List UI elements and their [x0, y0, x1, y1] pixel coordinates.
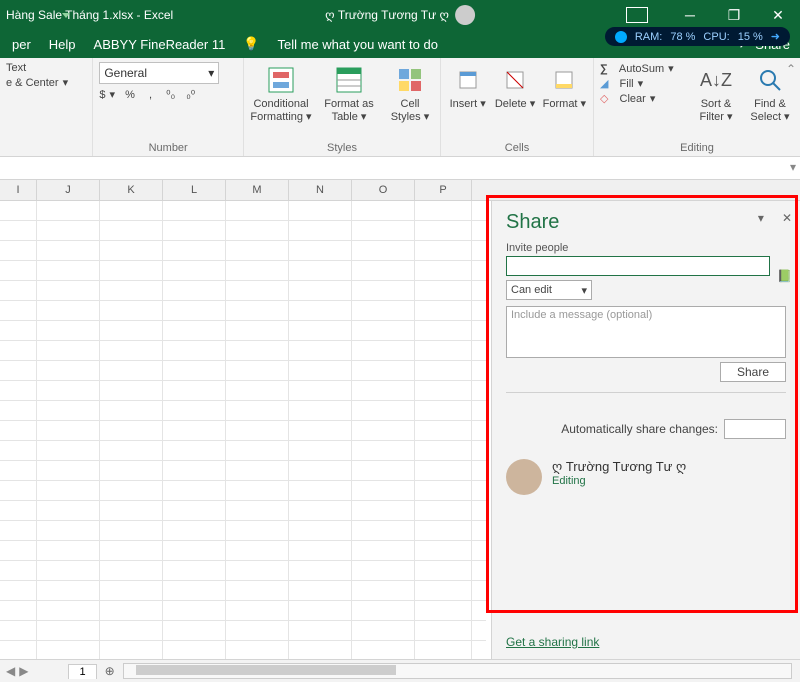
- number-format-combo[interactable]: General▾: [99, 62, 219, 84]
- col-J[interactable]: J: [37, 180, 100, 200]
- group-cells: Cells: [447, 140, 587, 156]
- pane-close-icon[interactable]: ✕: [782, 211, 792, 225]
- group-editing: Editing: [600, 140, 794, 156]
- formula-bar[interactable]: ▾: [0, 157, 800, 180]
- ribbon-tabs: per Help ABBYY FineReader 11 💡 Tell me w…: [0, 30, 800, 58]
- dropdown-icon[interactable]: [59, 8, 73, 22]
- group-number: Number: [99, 140, 237, 156]
- delete-button[interactable]: Delete ▾: [494, 62, 535, 111]
- user-avatar[interactable]: [455, 5, 475, 25]
- format-button[interactable]: Format ▾: [542, 62, 587, 111]
- fill-button[interactable]: ◢ Fill ▾: [600, 77, 686, 90]
- clear-button[interactable]: ◇ Clear ▾: [600, 92, 686, 105]
- percent-button[interactable]: %: [125, 89, 135, 101]
- auto-share-combo[interactable]: [724, 419, 786, 439]
- tell-me-input[interactable]: Tell me what you want to do: [278, 37, 438, 52]
- pane-menu-icon[interactable]: ▾: [758, 211, 764, 225]
- person-name: ღ Trường Tương Tư ღ: [552, 459, 686, 475]
- insert-button[interactable]: Insert ▾: [447, 62, 488, 111]
- autosum-button[interactable]: ∑ AutoSum ▾: [600, 62, 686, 75]
- tab-abbyy[interactable]: ABBYY FineReader 11: [94, 37, 226, 52]
- tab-help[interactable]: Help: [49, 37, 76, 52]
- ribbon-display-icon[interactable]: [626, 7, 648, 23]
- person-status: Editing: [552, 475, 686, 487]
- invite-label: Invite people: [506, 242, 786, 254]
- share-button[interactable]: Share: [720, 362, 786, 382]
- document-title: Hàng Sale Tháng 1.xlsx - Excel: [0, 8, 179, 22]
- auto-share-label: Automatically share changes:: [561, 422, 718, 436]
- system-monitor: RAM:78 % CPU:15 % ➜: [605, 27, 790, 46]
- share-pane-title: Share: [506, 211, 800, 234]
- signed-in-user[interactable]: ღ Trường Tương Tư ღ: [325, 8, 449, 22]
- worksheet-grid[interactable]: [0, 201, 486, 659]
- wrap-text-button[interactable]: Text: [6, 62, 68, 74]
- collapse-ribbon-icon[interactable]: ⌃: [786, 62, 796, 76]
- decrease-decimal-button[interactable]: ₀⁰: [186, 88, 195, 101]
- share-pane: ▾ ✕ Share Invite people 📗 Can edit▾ Incl…: [491, 201, 800, 659]
- col-K[interactable]: K: [100, 180, 163, 200]
- group-styles: Styles: [250, 140, 434, 156]
- format-as-table-button[interactable]: Format as Table ▾: [318, 62, 380, 123]
- message-input[interactable]: Include a message (optional): [506, 306, 786, 358]
- col-N[interactable]: N: [289, 180, 352, 200]
- person-avatar: [506, 459, 542, 495]
- arrow-icon[interactable]: ➜: [771, 30, 780, 43]
- conditional-formatting-button[interactable]: Conditional Formatting ▾: [250, 62, 312, 123]
- sheet-tab[interactable]: 1: [68, 664, 96, 679]
- invite-people-input[interactable]: [506, 256, 770, 276]
- minimize-button[interactable]: ─: [668, 0, 712, 30]
- comma-button[interactable]: ,: [149, 89, 152, 101]
- column-headers: I J K L M N O P: [0, 180, 800, 201]
- horizontal-scrollbar[interactable]: [123, 663, 792, 679]
- ribbon: Text e & Center ▾ General▾ $ ▾ % , ⁰₀ ₀⁰…: [0, 58, 800, 157]
- add-sheet-icon[interactable]: ⊕: [105, 664, 115, 678]
- sort-filter-button[interactable]: A↓ZSort & Filter ▾: [692, 62, 740, 123]
- increase-decimal-button[interactable]: ⁰₀: [166, 88, 175, 101]
- sheet-nav-next-icon[interactable]: ▶: [19, 664, 28, 678]
- shared-person[interactable]: ღ Trường Tương Tư ღ Editing: [506, 459, 786, 495]
- col-P[interactable]: P: [415, 180, 472, 200]
- sheet-nav-prev-icon[interactable]: ◀: [6, 664, 15, 678]
- close-button[interactable]: ✕: [756, 0, 800, 30]
- title-bar: Hàng Sale Tháng 1.xlsx - Excel ღ Trường …: [0, 0, 800, 30]
- tab-per[interactable]: per: [12, 37, 31, 52]
- address-book-icon[interactable]: 📗: [777, 269, 792, 283]
- permission-combo[interactable]: Can edit▾: [506, 280, 592, 300]
- currency-button[interactable]: $: [99, 89, 105, 101]
- merge-center-button[interactable]: e & Center ▾: [6, 76, 68, 89]
- col-I[interactable]: I: [0, 180, 37, 200]
- lightbulb-icon: 💡: [243, 36, 259, 52]
- col-L[interactable]: L: [163, 180, 226, 200]
- status-bar: ◀ ▶ 1 ⊕: [0, 659, 800, 682]
- col-M[interactable]: M: [226, 180, 289, 200]
- cell-styles-button[interactable]: Cell Styles ▾: [386, 62, 434, 123]
- monitor-icon: [615, 31, 627, 43]
- get-sharing-link[interactable]: Get a sharing link: [506, 635, 599, 649]
- expand-formula-icon[interactable]: ▾: [790, 160, 796, 174]
- col-O[interactable]: O: [352, 180, 415, 200]
- restore-button[interactable]: ❐: [712, 0, 756, 30]
